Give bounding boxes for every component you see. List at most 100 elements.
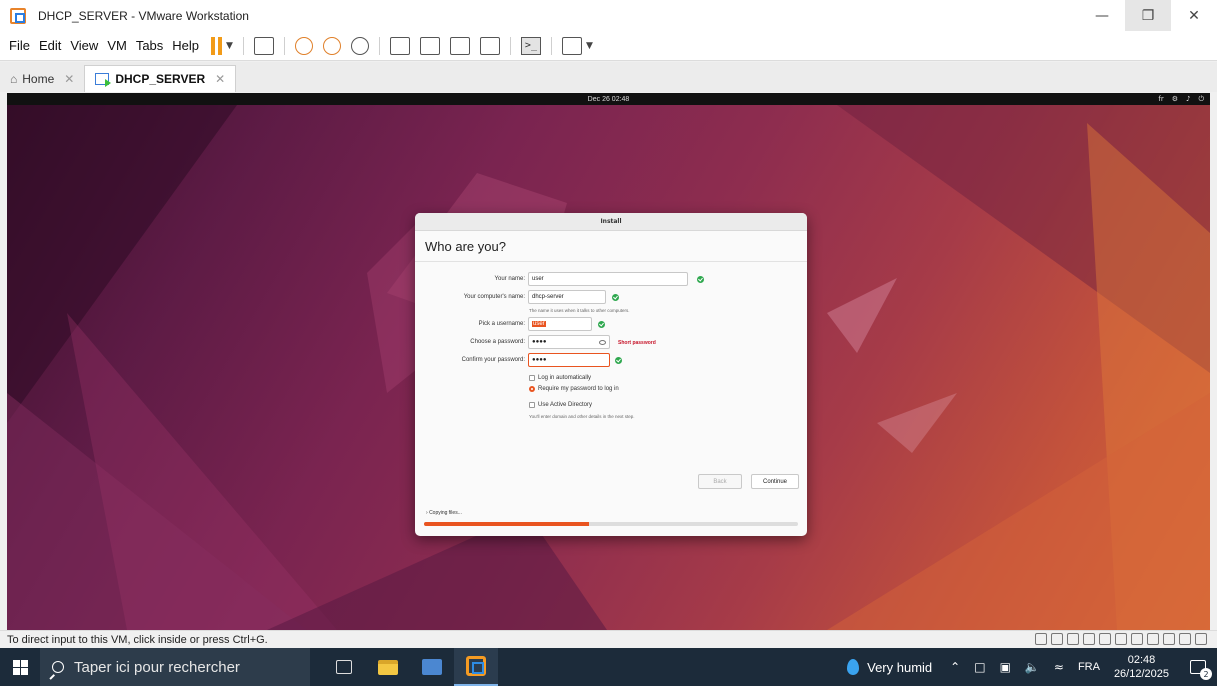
vmware-app-icon	[10, 7, 26, 24]
minimize-button[interactable]: —	[1079, 0, 1125, 31]
close-tab-icon[interactable]: ✕	[64, 72, 74, 86]
input-language[interactable]: FRA	[1078, 661, 1100, 673]
toolbar: ▼ >_ ▼	[211, 36, 593, 55]
clock-time: 02:48	[1127, 654, 1156, 666]
check-icon	[697, 276, 704, 283]
stretch-guest-icon[interactable]	[561, 36, 582, 55]
floppy-icon[interactable]	[1083, 633, 1095, 645]
volume-icon: ♪	[1185, 95, 1191, 103]
printer-icon[interactable]	[1179, 633, 1191, 645]
toolbar-separator	[378, 36, 380, 55]
window-titlebar: DHCP_SERVER - VMware Workstation — ❐ ✕	[0, 0, 1217, 31]
system-tray: Very humid ⌃ □ ▣ 🔈 ≈ FRA 02:48 26/12/202…	[847, 648, 1217, 686]
username-value: user	[532, 321, 546, 327]
auto-login-option[interactable]: Log in automatically	[529, 375, 591, 381]
thumbnail-bar-icon[interactable]	[419, 36, 440, 55]
require-password-option[interactable]: Require my password to log in	[529, 386, 619, 392]
active-directory-hint: You'll enter domain and other details in…	[529, 414, 635, 419]
gnome-top-bar: Dec 26 02:48 fr ⚙ ♪ ⏻	[7, 93, 1210, 105]
wifi-icon[interactable]: ≈	[1054, 660, 1064, 674]
tab-bar: ⌂ Home ✕ DHCP_SERVER ✕	[0, 62, 1217, 92]
active-directory-option[interactable]: Use Active Directory	[529, 402, 592, 408]
network-tray-icon[interactable]: □	[974, 660, 985, 674]
menu-view[interactable]: View	[70, 38, 98, 53]
network-app-button[interactable]	[410, 648, 454, 686]
page-title: Who are you?	[425, 239, 506, 254]
installer-header: Install	[415, 213, 807, 231]
menu-help[interactable]: Help	[172, 38, 199, 53]
show-library-icon[interactable]	[389, 36, 410, 55]
vm-running-icon	[95, 73, 112, 87]
confirm-password-field[interactable]: ●●●●	[528, 353, 610, 367]
computer-name-field[interactable]: dhcp-server	[528, 290, 606, 304]
menu-tabs[interactable]: Tabs	[136, 38, 163, 53]
start-button[interactable]	[0, 648, 40, 686]
password-label: Choose a password:	[470, 339, 525, 345]
pause-icon[interactable]	[211, 36, 223, 55]
cd-dvd-icon[interactable]	[1067, 633, 1079, 645]
toolbar-separator	[283, 36, 285, 55]
back-button[interactable]: Back	[698, 474, 742, 489]
checkbox-icon	[529, 402, 535, 408]
copy-status: › Copying files...	[426, 510, 462, 516]
chevron-up-icon[interactable]: ⌃	[950, 660, 960, 674]
gnome-clock[interactable]: Dec 26 02:48	[588, 96, 630, 103]
chevron-down-icon[interactable]: ▼	[226, 41, 233, 51]
check-icon	[612, 294, 619, 301]
active-directory-label: Use Active Directory	[538, 402, 593, 408]
gnome-language[interactable]: fr	[1158, 95, 1163, 103]
display-icon[interactable]	[1163, 633, 1175, 645]
tab-label: Home	[22, 71, 55, 86]
restore-button[interactable]: ❐	[1125, 0, 1171, 31]
checkbox-icon	[529, 375, 535, 381]
snapshot-manager-icon[interactable]	[350, 36, 369, 55]
windows-logo-icon	[12, 659, 28, 675]
close-tab-icon[interactable]: ✕	[215, 72, 225, 86]
menu-file[interactable]: File	[9, 38, 30, 53]
toolbar-separator	[550, 36, 552, 55]
humidity-icon	[847, 659, 860, 675]
revert-snapshot-icon[interactable]	[322, 36, 341, 55]
tab-home[interactable]: ⌂ Home ✕	[0, 65, 84, 92]
notification-icon: 2	[1190, 660, 1212, 680]
battery-icon[interactable]: ▣	[1000, 660, 1011, 674]
hard-disk-icon[interactable]	[1035, 633, 1047, 645]
menu-edit[interactable]: Edit	[39, 38, 61, 53]
vmware-icon	[466, 656, 486, 676]
unity-icon[interactable]	[479, 36, 500, 55]
speaker-icon[interactable]: 🔈	[1025, 660, 1040, 674]
file-explorer-button[interactable]	[366, 648, 410, 686]
show-password-icon[interactable]	[599, 340, 606, 345]
gnome-system-menu[interactable]: fr ⚙ ♪ ⏻	[1158, 93, 1204, 105]
require-password-label: Require my password to log in	[538, 386, 619, 392]
console-view-icon[interactable]: >_	[520, 36, 541, 55]
message-log-icon[interactable]	[1195, 633, 1207, 645]
name-label: Your name:	[494, 276, 525, 282]
menu-vm[interactable]: VM	[107, 38, 127, 53]
taskbar-search[interactable]: Taper ici pour rechercher	[40, 648, 310, 686]
vmware-taskbar-button[interactable]	[454, 648, 498, 686]
task-view-button[interactable]	[322, 648, 366, 686]
weather-widget[interactable]: Very humid	[847, 659, 932, 675]
usb-icon[interactable]	[1147, 633, 1159, 645]
cd-dvd-icon[interactable]	[1051, 633, 1063, 645]
chevron-down-icon[interactable]: ▼	[586, 41, 593, 51]
network-adapter-icon[interactable]	[1115, 633, 1127, 645]
snapshot-icon[interactable]	[294, 36, 313, 55]
tab-dhcp-server[interactable]: DHCP_SERVER ✕	[84, 65, 237, 92]
notification-center-button[interactable]: 2	[1179, 648, 1217, 686]
installer-dialog: Install Who are you? Your name: user You…	[415, 213, 807, 536]
tab-label: DHCP_SERVER	[115, 72, 206, 86]
send-ctrl-alt-del-icon[interactable]	[253, 36, 274, 55]
network-adapter-icon[interactable]	[1099, 633, 1111, 645]
password-field[interactable]: ●●●●	[528, 335, 610, 349]
close-button[interactable]: ✕	[1171, 0, 1217, 31]
full-screen-icon[interactable]	[449, 36, 470, 55]
name-field[interactable]: user	[528, 272, 688, 286]
sound-icon[interactable]	[1131, 633, 1143, 645]
vm-console[interactable]: Dec 26 02:48 fr ⚙ ♪ ⏻ Install Who are yo…	[7, 93, 1210, 630]
continue-button[interactable]: Continue	[751, 474, 799, 489]
username-field[interactable]: user	[528, 317, 592, 331]
taskbar-clock[interactable]: 02:48 26/12/2025	[1114, 653, 1169, 681]
username-label: Pick a username:	[478, 321, 525, 327]
